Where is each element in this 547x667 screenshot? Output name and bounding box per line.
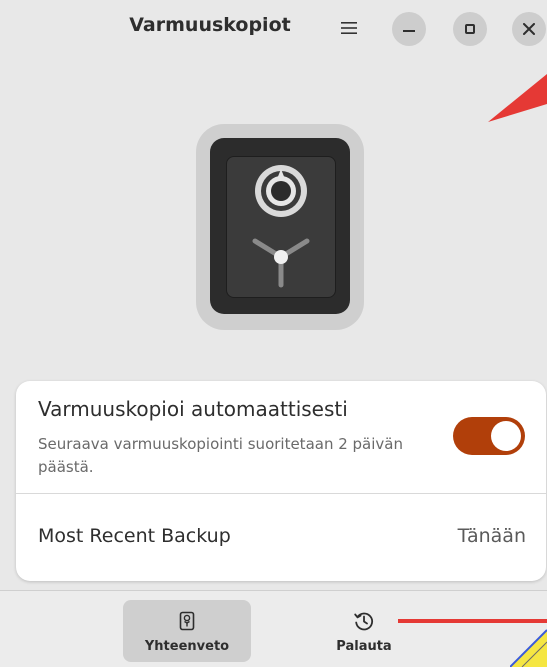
red-arrow-overlay <box>488 74 547 122</box>
minimize-button[interactable] <box>392 12 426 46</box>
tab-restore[interactable]: Palauta <box>300 600 428 662</box>
window-title: Varmuuskopiot <box>129 14 291 36</box>
auto-backup-subtitle: Seuraava varmuuskopiointi suoritetaan 2 … <box>38 435 403 476</box>
close-button[interactable] <box>512 12 546 46</box>
recent-backup-label: Most Recent Backup <box>38 525 231 547</box>
header-bar: Varmuuskopiot <box>0 0 547 58</box>
auto-backup-title: Varmuuskopioi automaattisesti <box>38 397 348 421</box>
safe-small-icon <box>179 609 195 633</box>
safe-illustration <box>196 124 364 330</box>
tab-overview-label: Yhteenveto <box>144 638 230 654</box>
red-line-overlay <box>398 619 547 623</box>
toggle-knob <box>491 421 521 451</box>
main-menu-button[interactable] <box>336 15 362 41</box>
yellow-corner-overlay <box>510 629 547 667</box>
close-icon <box>523 23 535 35</box>
safe-icon <box>210 138 350 314</box>
settings-card: Varmuuskopioi automaattisesti Seuraava v… <box>16 381 546 581</box>
bottom-navigation: Yhteenveto Palauta <box>0 590 547 667</box>
history-icon <box>353 609 375 633</box>
maximize-button[interactable] <box>453 12 487 46</box>
minimize-icon <box>403 30 415 32</box>
recent-backup-value: Tänään <box>457 525 526 547</box>
maximize-icon <box>465 24 475 34</box>
app-window: Varmuuskopiot Varmuuskopioi automaattise… <box>0 0 547 667</box>
tab-overview[interactable]: Yhteenveto <box>123 600 251 662</box>
auto-backup-row[interactable]: Varmuuskopioi automaattisesti Seuraava v… <box>16 381 546 494</box>
hamburger-icon <box>341 22 357 34</box>
tab-restore-label: Palauta <box>336 638 392 654</box>
safe-dial-icon <box>252 165 310 288</box>
auto-backup-toggle[interactable] <box>453 417 525 455</box>
safe-door <box>226 156 336 298</box>
